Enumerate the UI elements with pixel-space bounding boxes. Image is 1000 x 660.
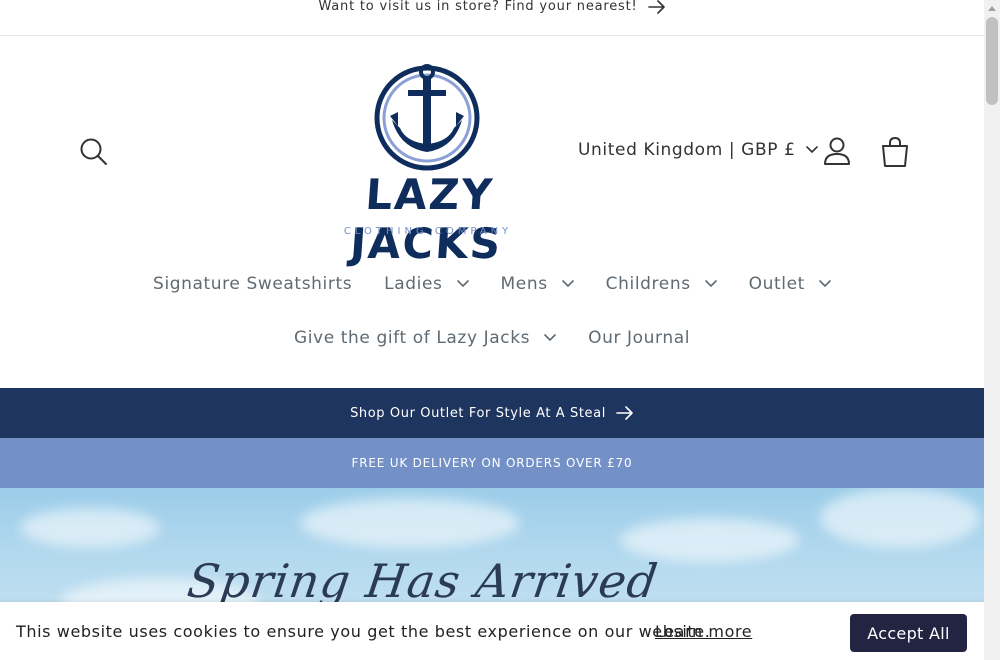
scroll-up-icon [988, 6, 996, 11]
chevron-down-icon [544, 334, 556, 342]
page: Want to visit us in store? Find your nea… [0, 0, 984, 660]
nav-signature-sweatshirts[interactable]: Signature Sweatshirts [137, 274, 368, 294]
arrow-right-icon [647, 0, 665, 14]
cloud-decoration [820, 488, 980, 548]
logo-brand: LAZY JACKS [348, 170, 504, 268]
logo-tagline: CLOTHING COMPANY [343, 226, 513, 237]
locale-label: United Kingdom | GBP £ [578, 140, 796, 160]
account-icon[interactable] [822, 136, 852, 166]
chevron-down-icon [805, 146, 818, 154]
locale-selector[interactable]: United Kingdom | GBP £ [578, 140, 818, 160]
cookie-message: This website uses cookies to ensure you … [16, 622, 711, 641]
chevron-down-icon [704, 280, 717, 288]
hero-title: Spring Has Arrived [184, 554, 662, 608]
accept-all-button[interactable]: Accept All [850, 614, 967, 652]
announcement-bar[interactable]: Want to visit us in store? Find your nea… [0, 0, 984, 36]
search-icon[interactable] [78, 136, 110, 168]
nav-outlet[interactable]: Outlet [733, 274, 847, 294]
outlet-banner[interactable]: Shop Our Outlet For Style At A Steal [0, 388, 984, 438]
site-header: LAZY JACKS CLOTHING COMPANY United Kingd… [0, 36, 984, 388]
scroll-up-button[interactable] [984, 0, 1000, 16]
nav-mens[interactable]: Mens [485, 274, 590, 294]
chevron-down-icon [456, 280, 469, 288]
nav-gift[interactable]: Give the gift of Lazy Jacks [278, 328, 572, 348]
arrow-right-icon [616, 406, 633, 420]
main-nav-row-2: Give the gift of Lazy Jacks Our Journal [0, 328, 984, 348]
nav-our-journal[interactable]: Our Journal [572, 328, 706, 348]
logo[interactable]: LAZY JACKS CLOTHING COMPANY [300, 64, 556, 268]
outlet-banner-text: Shop Our Outlet For Style At A Steal [350, 405, 606, 421]
delivery-banner: FREE UK DELIVERY ON ORDERS OVER £70 [0, 438, 984, 488]
chevron-down-icon [819, 280, 831, 288]
main-nav-row-1: Signature Sweatshirts Ladies Mens Childr… [0, 274, 984, 294]
chevron-down-icon [561, 280, 574, 288]
cookie-learn-more-link[interactable]: Learn more [655, 622, 752, 641]
scrollbar-thumb[interactable] [986, 17, 998, 105]
cloud-decoration [20, 508, 160, 548]
cart-icon[interactable] [880, 136, 910, 168]
scrollbar[interactable] [984, 0, 1000, 660]
cookie-banner: This website uses cookies to ensure you … [0, 602, 984, 660]
nav-childrens[interactable]: Childrens [590, 274, 733, 294]
nav-ladies[interactable]: Ladies [368, 274, 484, 294]
cloud-decoration [300, 498, 520, 548]
delivery-banner-text: FREE UK DELIVERY ON ORDERS OVER £70 [351, 456, 633, 470]
announcement-text[interactable]: Want to visit us in store? Find your nea… [318, 0, 637, 14]
